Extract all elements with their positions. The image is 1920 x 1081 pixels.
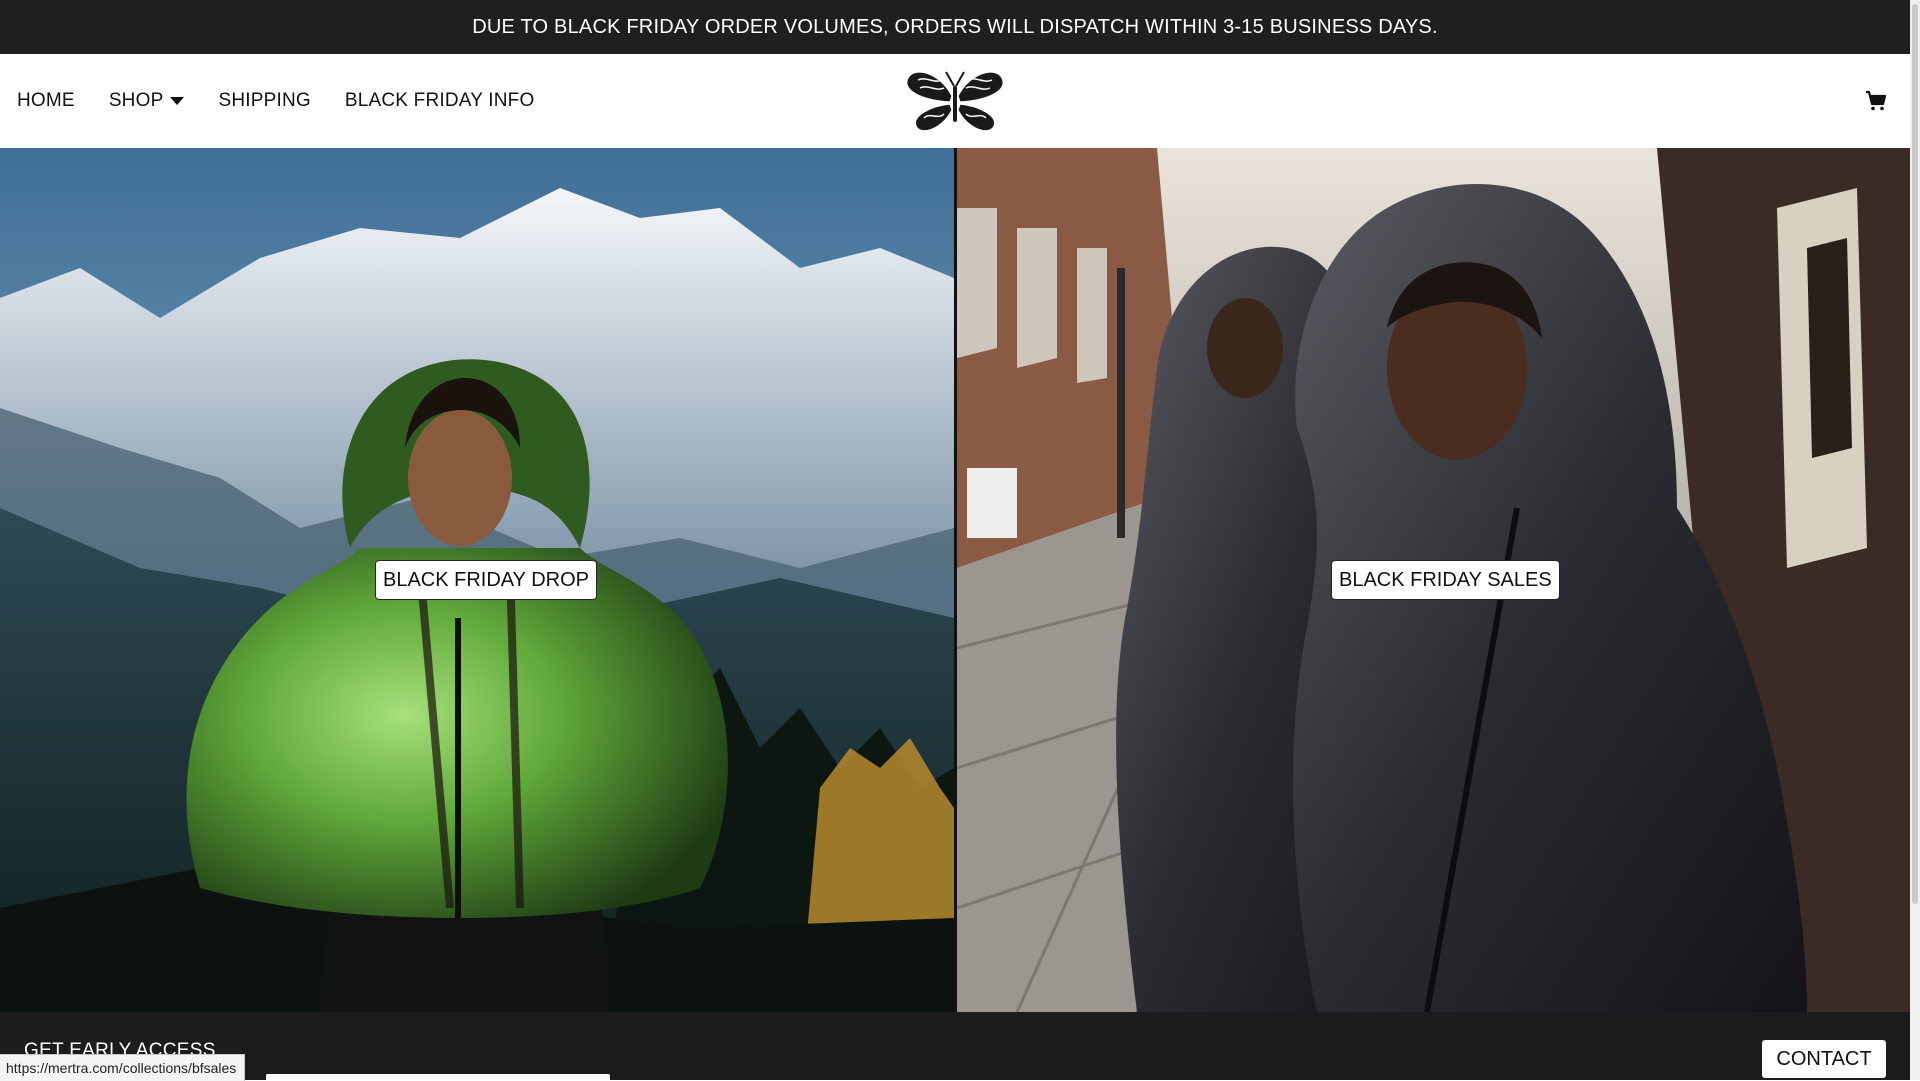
page-scrollbar[interactable] xyxy=(1910,0,1920,1080)
nav-shop[interactable]: SHOP xyxy=(109,90,185,112)
nav-shipping[interactable]: SHIPPING xyxy=(218,90,310,112)
nav-black-friday-info[interactable]: BLACK FRIDAY INFO xyxy=(345,90,535,112)
main-nav: HOME SHOP SHIPPING BLACK FRIDAY INFO xyxy=(17,54,568,148)
hero-section: BLACK FRIDAY DROP BLACK FRIDAY SALES xyxy=(0,148,1910,1012)
link-status-url: https://mertra.com/collections/bfsales xyxy=(0,1054,246,1081)
email-signup-field[interactable] xyxy=(266,1074,610,1080)
scrollbar-thumb[interactable] xyxy=(1912,4,1918,904)
hero-panel-sales[interactable]: BLACK FRIDAY SALES xyxy=(957,148,1910,1012)
announcement-text: DUE TO BLACK FRIDAY ORDER VOLUMES, ORDER… xyxy=(472,15,1438,38)
announcement-bar: DUE TO BLACK FRIDAY ORDER VOLUMES, ORDER… xyxy=(0,0,1910,54)
butterfly-logo-icon[interactable] xyxy=(900,66,1010,136)
black-friday-sales-button[interactable]: BLACK FRIDAY SALES xyxy=(1331,560,1560,600)
footer-bar: GET EARLY ACCESS xyxy=(0,1012,1910,1080)
nav-shop-label: SHOP xyxy=(108,90,164,111)
contact-button[interactable]: CONTACT xyxy=(1762,1040,1886,1078)
black-friday-drop-button[interactable]: BLACK FRIDAY DROP xyxy=(375,560,597,600)
nav-home[interactable]: HOME xyxy=(17,90,75,112)
cart-icon[interactable] xyxy=(1864,89,1888,113)
site-header: HOME SHOP SHIPPING BLACK FRIDAY INFO xyxy=(0,54,1910,149)
caret-down-icon xyxy=(170,97,185,105)
hero-panel-drop[interactable]: BLACK FRIDAY DROP xyxy=(0,148,954,1012)
